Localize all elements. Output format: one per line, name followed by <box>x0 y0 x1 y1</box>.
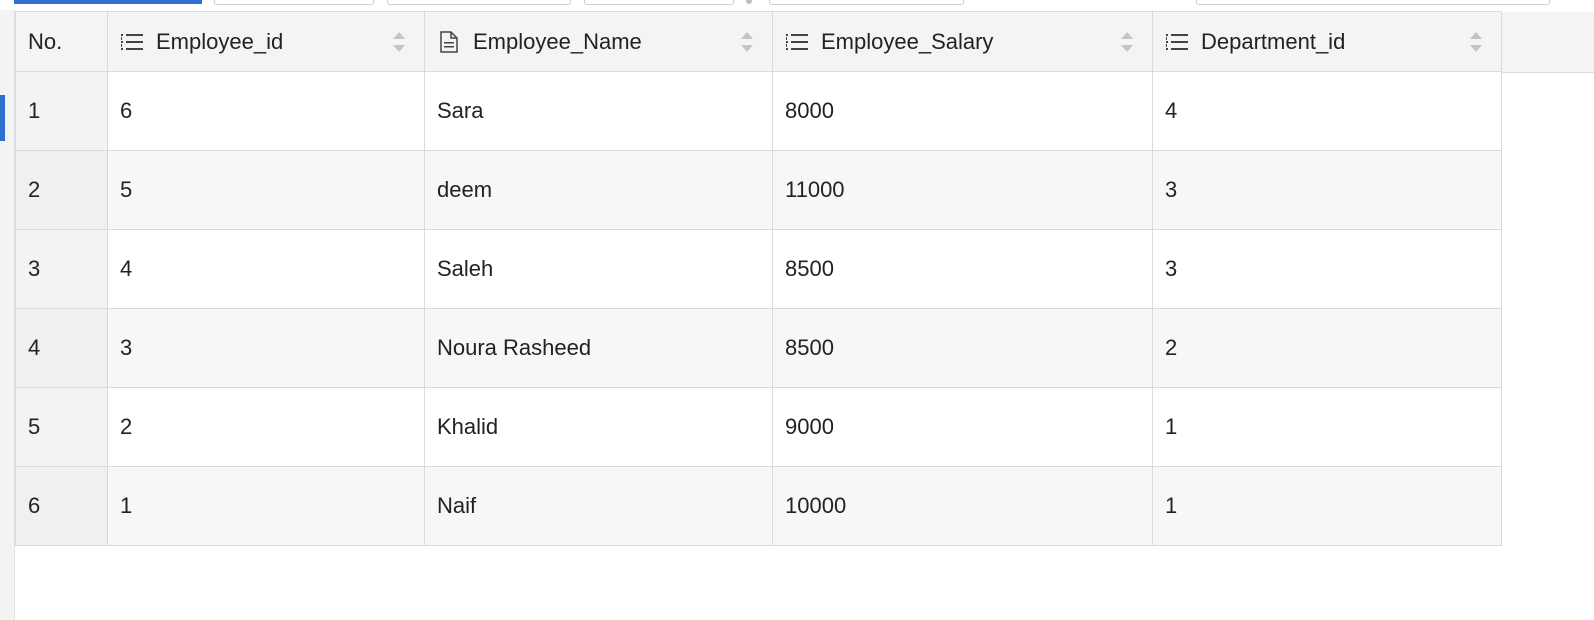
column-header-label: Employee_id <box>156 28 284 54</box>
sort-icon[interactable] <box>392 29 406 55</box>
employee-name-cell[interactable]: Noura Rasheed <box>424 308 773 388</box>
row-number-cell[interactable]: 6 <box>15 466 108 546</box>
list-icon <box>1166 33 1188 50</box>
toolbar-control[interactable] <box>769 0 964 5</box>
employee-salary-cell[interactable]: 9000 <box>772 387 1153 467</box>
column-header-label: Department_id <box>1201 28 1346 54</box>
header-band-filler <box>1500 12 1594 73</box>
document-icon <box>440 30 458 53</box>
column-header-employee-id[interactable]: Employee_id <box>107 11 425 72</box>
sort-icon[interactable] <box>1120 29 1134 55</box>
department-id-cell[interactable]: 2 <box>1152 308 1502 388</box>
row-number-cell[interactable]: 3 <box>15 229 108 309</box>
employee-salary-cell[interactable]: 8500 <box>772 229 1153 309</box>
row-number-cell[interactable]: 5 <box>15 387 108 467</box>
row-number-cell[interactable]: 4 <box>15 308 108 388</box>
department-id-cell[interactable]: 1 <box>1152 387 1502 467</box>
toolbar-control[interactable] <box>584 0 734 5</box>
employee-name-cell[interactable]: Naif <box>424 466 773 546</box>
employee-name-cell[interactable]: Saleh <box>424 229 773 309</box>
department-id-cell[interactable]: 4 <box>1152 71 1502 151</box>
header-row: No. Employee_id Employee_Name Employee_S… <box>15 11 1502 72</box>
toolbar <box>0 0 1594 5</box>
employee-name-cell[interactable]: Sara <box>424 71 773 151</box>
column-header-label: No. <box>28 28 63 54</box>
column-header-employee-name[interactable]: Employee_Name <box>424 11 773 72</box>
selected-row-marker <box>0 95 5 141</box>
employee-id-cell[interactable]: 2 <box>107 387 425 467</box>
list-icon <box>786 33 808 50</box>
employee-id-cell[interactable]: 3 <box>107 308 425 388</box>
employee-id-cell[interactable]: 4 <box>107 229 425 309</box>
toolbar-search-field[interactable] <box>1196 0 1550 5</box>
table-row[interactable]: 3 4 Saleh 8500 3 <box>15 229 1502 309</box>
employee-id-cell[interactable]: 1 <box>107 466 425 546</box>
column-header-department-id[interactable]: Department_id <box>1152 11 1502 72</box>
employee-name-cell[interactable]: Khalid <box>424 387 773 467</box>
toolbar-control[interactable] <box>387 0 571 5</box>
list-icon <box>121 33 143 50</box>
employee-salary-cell[interactable]: 8500 <box>772 308 1153 388</box>
employee-salary-cell[interactable]: 10000 <box>772 466 1153 546</box>
department-id-cell[interactable]: 1 <box>1152 466 1502 546</box>
table-row[interactable]: 4 3 Noura Rasheed 8500 2 <box>15 308 1502 388</box>
column-header-label: Employee_Name <box>473 28 642 54</box>
column-header-no[interactable]: No. <box>15 11 108 72</box>
column-header-employee-salary[interactable]: Employee_Salary <box>772 11 1153 72</box>
sort-icon[interactable] <box>1469 29 1483 55</box>
column-header-label: Employee_Salary <box>821 28 994 54</box>
table-row[interactable]: 5 2 Khalid 9000 1 <box>15 387 1502 467</box>
employee-salary-cell[interactable]: 11000 <box>772 150 1153 230</box>
results-page: No. Employee_id Employee_Name Employee_S… <box>0 0 1594 620</box>
results-grid: No. Employee_id Employee_Name Employee_S… <box>15 11 1502 546</box>
toolbar-control[interactable] <box>214 0 374 5</box>
employee-id-cell[interactable]: 5 <box>107 150 425 230</box>
toolbar-separator <box>746 0 752 4</box>
sort-icon[interactable] <box>740 29 754 55</box>
active-tab-indicator[interactable] <box>14 0 202 4</box>
row-number-cell[interactable]: 2 <box>15 150 108 230</box>
table-row[interactable]: 6 1 Naif 10000 1 <box>15 466 1502 546</box>
department-id-cell[interactable]: 3 <box>1152 229 1502 309</box>
employee-salary-cell[interactable]: 8000 <box>772 71 1153 151</box>
row-number-cell[interactable]: 1 <box>15 71 108 151</box>
table-row[interactable]: 2 5 deem 11000 3 <box>15 150 1502 230</box>
table-row[interactable]: 1 6 Sara 8000 4 <box>15 71 1502 151</box>
employee-id-cell[interactable]: 6 <box>107 71 425 151</box>
department-id-cell[interactable]: 3 <box>1152 150 1502 230</box>
employee-name-cell[interactable]: deem <box>424 150 773 230</box>
